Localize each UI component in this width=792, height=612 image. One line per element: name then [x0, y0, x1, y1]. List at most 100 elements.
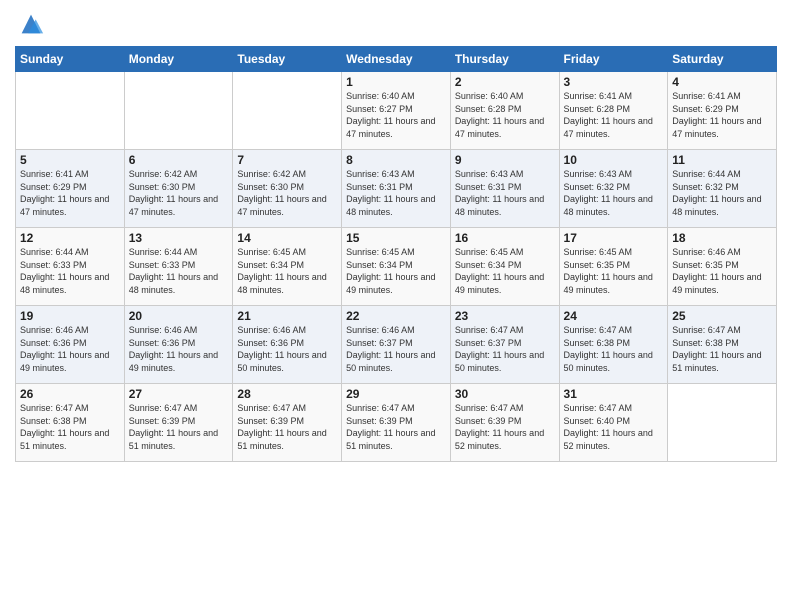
day-info: Sunrise: 6:44 AM Sunset: 6:33 PM Dayligh…	[20, 246, 120, 296]
day-info: Sunrise: 6:47 AM Sunset: 6:40 PM Dayligh…	[564, 402, 664, 452]
day-info: Sunrise: 6:46 AM Sunset: 6:35 PM Dayligh…	[672, 246, 772, 296]
day-number: 10	[564, 153, 664, 167]
logo	[15, 10, 45, 38]
day-cell: 1Sunrise: 6:40 AM Sunset: 6:27 PM Daylig…	[342, 72, 451, 150]
day-number: 12	[20, 231, 120, 245]
day-number: 4	[672, 75, 772, 89]
calendar-header-row: SundayMondayTuesdayWednesdayThursdayFrid…	[16, 47, 777, 72]
day-info: Sunrise: 6:42 AM Sunset: 6:30 PM Dayligh…	[237, 168, 337, 218]
day-cell: 6Sunrise: 6:42 AM Sunset: 6:30 PM Daylig…	[124, 150, 233, 228]
col-header-tuesday: Tuesday	[233, 47, 342, 72]
day-cell	[233, 72, 342, 150]
day-number: 16	[455, 231, 555, 245]
day-number: 1	[346, 75, 446, 89]
day-cell: 5Sunrise: 6:41 AM Sunset: 6:29 PM Daylig…	[16, 150, 125, 228]
day-info: Sunrise: 6:41 AM Sunset: 6:29 PM Dayligh…	[20, 168, 120, 218]
day-number: 3	[564, 75, 664, 89]
day-cell	[124, 72, 233, 150]
day-number: 6	[129, 153, 229, 167]
day-info: Sunrise: 6:42 AM Sunset: 6:30 PM Dayligh…	[129, 168, 229, 218]
day-info: Sunrise: 6:47 AM Sunset: 6:39 PM Dayligh…	[237, 402, 337, 452]
day-info: Sunrise: 6:40 AM Sunset: 6:28 PM Dayligh…	[455, 90, 555, 140]
day-number: 7	[237, 153, 337, 167]
week-row-2: 12Sunrise: 6:44 AM Sunset: 6:33 PM Dayli…	[16, 228, 777, 306]
day-cell: 13Sunrise: 6:44 AM Sunset: 6:33 PM Dayli…	[124, 228, 233, 306]
day-number: 8	[346, 153, 446, 167]
day-cell	[16, 72, 125, 150]
day-cell: 15Sunrise: 6:45 AM Sunset: 6:34 PM Dayli…	[342, 228, 451, 306]
col-header-wednesday: Wednesday	[342, 47, 451, 72]
day-number: 24	[564, 309, 664, 323]
day-number: 2	[455, 75, 555, 89]
day-number: 20	[129, 309, 229, 323]
day-info: Sunrise: 6:47 AM Sunset: 6:39 PM Dayligh…	[129, 402, 229, 452]
logo-icon	[17, 10, 45, 38]
day-cell: 9Sunrise: 6:43 AM Sunset: 6:31 PM Daylig…	[450, 150, 559, 228]
day-number: 23	[455, 309, 555, 323]
week-row-0: 1Sunrise: 6:40 AM Sunset: 6:27 PM Daylig…	[16, 72, 777, 150]
day-cell: 30Sunrise: 6:47 AM Sunset: 6:39 PM Dayli…	[450, 384, 559, 462]
day-cell: 21Sunrise: 6:46 AM Sunset: 6:36 PM Dayli…	[233, 306, 342, 384]
day-info: Sunrise: 6:46 AM Sunset: 6:36 PM Dayligh…	[129, 324, 229, 374]
day-info: Sunrise: 6:47 AM Sunset: 6:39 PM Dayligh…	[455, 402, 555, 452]
day-cell: 22Sunrise: 6:46 AM Sunset: 6:37 PM Dayli…	[342, 306, 451, 384]
day-info: Sunrise: 6:45 AM Sunset: 6:34 PM Dayligh…	[346, 246, 446, 296]
col-header-monday: Monday	[124, 47, 233, 72]
calendar-table: SundayMondayTuesdayWednesdayThursdayFrid…	[15, 46, 777, 462]
day-cell: 27Sunrise: 6:47 AM Sunset: 6:39 PM Dayli…	[124, 384, 233, 462]
col-header-thursday: Thursday	[450, 47, 559, 72]
day-cell: 11Sunrise: 6:44 AM Sunset: 6:32 PM Dayli…	[668, 150, 777, 228]
day-cell: 12Sunrise: 6:44 AM Sunset: 6:33 PM Dayli…	[16, 228, 125, 306]
day-number: 27	[129, 387, 229, 401]
day-info: Sunrise: 6:46 AM Sunset: 6:36 PM Dayligh…	[237, 324, 337, 374]
page-header	[15, 10, 777, 38]
page-container: SundayMondayTuesdayWednesdayThursdayFrid…	[0, 0, 792, 472]
day-cell: 29Sunrise: 6:47 AM Sunset: 6:39 PM Dayli…	[342, 384, 451, 462]
day-cell: 18Sunrise: 6:46 AM Sunset: 6:35 PM Dayli…	[668, 228, 777, 306]
day-info: Sunrise: 6:46 AM Sunset: 6:37 PM Dayligh…	[346, 324, 446, 374]
day-number: 30	[455, 387, 555, 401]
day-cell: 28Sunrise: 6:47 AM Sunset: 6:39 PM Dayli…	[233, 384, 342, 462]
day-info: Sunrise: 6:47 AM Sunset: 6:38 PM Dayligh…	[20, 402, 120, 452]
day-number: 28	[237, 387, 337, 401]
day-info: Sunrise: 6:47 AM Sunset: 6:37 PM Dayligh…	[455, 324, 555, 374]
day-info: Sunrise: 6:47 AM Sunset: 6:38 PM Dayligh…	[672, 324, 772, 374]
day-info: Sunrise: 6:43 AM Sunset: 6:31 PM Dayligh…	[346, 168, 446, 218]
day-number: 29	[346, 387, 446, 401]
day-number: 31	[564, 387, 664, 401]
day-number: 11	[672, 153, 772, 167]
day-cell: 4Sunrise: 6:41 AM Sunset: 6:29 PM Daylig…	[668, 72, 777, 150]
day-number: 9	[455, 153, 555, 167]
day-info: Sunrise: 6:46 AM Sunset: 6:36 PM Dayligh…	[20, 324, 120, 374]
day-cell: 20Sunrise: 6:46 AM Sunset: 6:36 PM Dayli…	[124, 306, 233, 384]
day-info: Sunrise: 6:47 AM Sunset: 6:39 PM Dayligh…	[346, 402, 446, 452]
day-number: 26	[20, 387, 120, 401]
day-number: 21	[237, 309, 337, 323]
day-cell: 2Sunrise: 6:40 AM Sunset: 6:28 PM Daylig…	[450, 72, 559, 150]
col-header-friday: Friday	[559, 47, 668, 72]
day-info: Sunrise: 6:40 AM Sunset: 6:27 PM Dayligh…	[346, 90, 446, 140]
day-cell: 10Sunrise: 6:43 AM Sunset: 6:32 PM Dayli…	[559, 150, 668, 228]
week-row-3: 19Sunrise: 6:46 AM Sunset: 6:36 PM Dayli…	[16, 306, 777, 384]
week-row-1: 5Sunrise: 6:41 AM Sunset: 6:29 PM Daylig…	[16, 150, 777, 228]
day-info: Sunrise: 6:47 AM Sunset: 6:38 PM Dayligh…	[564, 324, 664, 374]
day-number: 18	[672, 231, 772, 245]
day-number: 22	[346, 309, 446, 323]
day-number: 19	[20, 309, 120, 323]
day-number: 25	[672, 309, 772, 323]
day-number: 13	[129, 231, 229, 245]
col-header-saturday: Saturday	[668, 47, 777, 72]
day-number: 17	[564, 231, 664, 245]
day-number: 5	[20, 153, 120, 167]
day-cell: 19Sunrise: 6:46 AM Sunset: 6:36 PM Dayli…	[16, 306, 125, 384]
day-cell: 23Sunrise: 6:47 AM Sunset: 6:37 PM Dayli…	[450, 306, 559, 384]
day-cell: 16Sunrise: 6:45 AM Sunset: 6:34 PM Dayli…	[450, 228, 559, 306]
day-info: Sunrise: 6:45 AM Sunset: 6:34 PM Dayligh…	[237, 246, 337, 296]
day-info: Sunrise: 6:41 AM Sunset: 6:28 PM Dayligh…	[564, 90, 664, 140]
day-cell: 3Sunrise: 6:41 AM Sunset: 6:28 PM Daylig…	[559, 72, 668, 150]
day-cell	[668, 384, 777, 462]
day-info: Sunrise: 6:45 AM Sunset: 6:35 PM Dayligh…	[564, 246, 664, 296]
day-cell: 31Sunrise: 6:47 AM Sunset: 6:40 PM Dayli…	[559, 384, 668, 462]
day-info: Sunrise: 6:41 AM Sunset: 6:29 PM Dayligh…	[672, 90, 772, 140]
day-cell: 26Sunrise: 6:47 AM Sunset: 6:38 PM Dayli…	[16, 384, 125, 462]
